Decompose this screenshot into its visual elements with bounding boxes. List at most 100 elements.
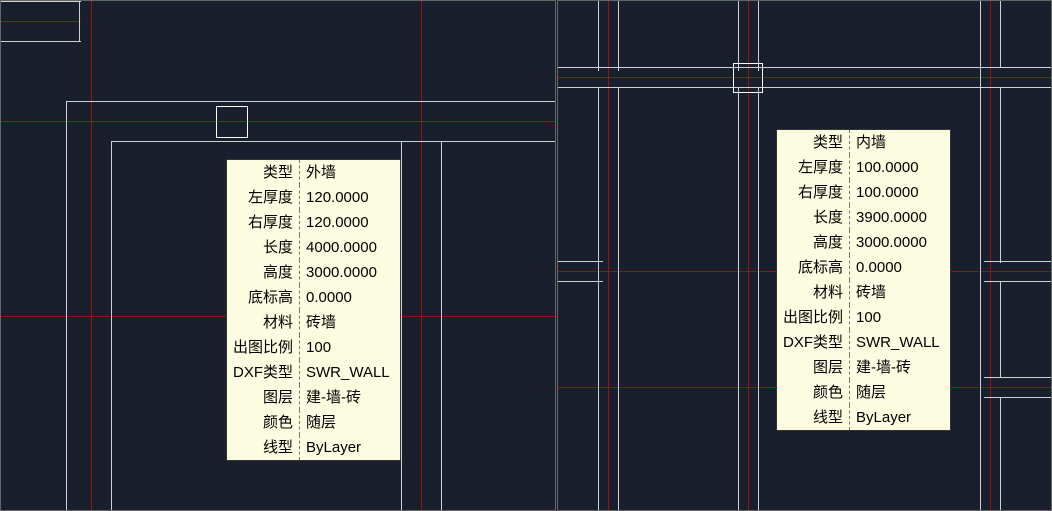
- property-label: 颜色: [777, 380, 850, 405]
- property-label: 左厚度: [777, 155, 850, 180]
- gridline-v: [421, 1, 422, 510]
- wall-line: [558, 87, 1052, 88]
- property-tooltip: 类型内墙左厚度100.0000右厚度100.0000长度3900.0000高度3…: [776, 129, 951, 431]
- gridline-h: [1, 21, 81, 22]
- property-row: 高度3000.0000: [777, 230, 950, 255]
- property-value: 0.0000: [850, 255, 950, 280]
- property-label: DXF类型: [777, 330, 850, 355]
- property-row: 右厚度100.0000: [777, 180, 950, 205]
- property-row: 出图比例100: [777, 305, 950, 330]
- property-value: 砖墙: [300, 310, 400, 335]
- property-value: 120.0000: [300, 185, 400, 210]
- property-label: 左厚度: [227, 185, 300, 210]
- property-row: 材料砖墙: [227, 310, 400, 335]
- wall-line: [441, 141, 442, 511]
- property-label: DXF类型: [227, 360, 300, 385]
- wall-line: [111, 141, 556, 142]
- property-value: SWR_WALL: [850, 330, 950, 355]
- property-row: 底标高0.0000: [227, 285, 400, 310]
- property-row: 颜色随层: [227, 410, 400, 435]
- property-row: DXF类型SWR_WALL: [777, 330, 950, 355]
- gridline-h: [558, 77, 1051, 78]
- wall-line: [66, 101, 556, 102]
- wall-line: [758, 1, 759, 71]
- wall-line: [1000, 1, 1001, 67]
- property-row: 图层建-墙-砖: [777, 355, 950, 380]
- gridline-v: [990, 1, 991, 510]
- wall-line: [66, 101, 67, 511]
- property-value: 100.0000: [850, 180, 950, 205]
- wall-line: [1000, 281, 1001, 377]
- property-value: 100: [300, 335, 400, 360]
- property-value: 3900.0000: [850, 205, 950, 230]
- property-value: ByLayer: [300, 435, 400, 460]
- property-label: 底标高: [777, 255, 850, 280]
- property-value: SWR_WALL: [300, 360, 400, 385]
- property-label: 材料: [777, 280, 850, 305]
- wall-line: [598, 87, 599, 511]
- property-value: 随层: [850, 380, 950, 405]
- property-label: 线型: [227, 435, 300, 460]
- property-value: 外墙: [300, 160, 400, 185]
- property-label: 高度: [777, 230, 850, 255]
- property-value: 0.0000: [300, 285, 400, 310]
- wall-line: [980, 1, 981, 511]
- property-value: 建-墙-砖: [300, 385, 400, 410]
- wall-line: [1000, 87, 1001, 263]
- wall-line: [79, 1, 80, 41]
- property-row: 图层建-墙-砖: [227, 385, 400, 410]
- property-row: 出图比例100: [227, 335, 400, 360]
- wall-line: [618, 1, 619, 71]
- property-label: 类型: [227, 160, 300, 185]
- property-value: 3000.0000: [300, 260, 400, 285]
- property-label: 线型: [777, 405, 850, 430]
- cad-viewport-right[interactable]: 类型内墙左厚度100.0000右厚度100.0000长度3900.0000高度3…: [557, 0, 1052, 511]
- property-label: 右厚度: [777, 180, 850, 205]
- property-label: 出图比例: [777, 305, 850, 330]
- property-table: 类型外墙左厚度120.0000右厚度120.0000长度4000.0000高度3…: [227, 160, 400, 460]
- gridline-h: [1, 121, 555, 122]
- selection-pickbox[interactable]: [216, 106, 248, 138]
- property-label: 右厚度: [227, 210, 300, 235]
- wall-line: [558, 261, 603, 262]
- wall-line: [558, 281, 603, 282]
- property-label: 底标高: [227, 285, 300, 310]
- property-row: 右厚度120.0000: [227, 210, 400, 235]
- gridline-v: [91, 1, 92, 510]
- property-row: 类型外墙: [227, 160, 400, 185]
- property-value: ByLayer: [850, 405, 950, 430]
- property-row: 颜色随层: [777, 380, 950, 405]
- property-table: 类型内墙左厚度100.0000右厚度100.0000长度3900.0000高度3…: [777, 130, 950, 430]
- cad-viewport-left[interactable]: 类型外墙左厚度120.0000右厚度120.0000长度4000.0000高度3…: [0, 0, 556, 511]
- wall-line: [401, 141, 402, 511]
- property-row: 长度4000.0000: [227, 235, 400, 260]
- property-label: 高度: [227, 260, 300, 285]
- property-value: 4000.0000: [300, 235, 400, 260]
- wall-line: [598, 1, 599, 71]
- property-label: 图层: [777, 355, 850, 380]
- property-label: 出图比例: [227, 335, 300, 360]
- wall-line: [1, 41, 81, 42]
- selection-pickbox[interactable]: [733, 63, 763, 93]
- property-row: 长度3900.0000: [777, 205, 950, 230]
- property-row: 类型内墙: [777, 130, 950, 155]
- wall-line: [738, 87, 739, 511]
- property-value: 120.0000: [300, 210, 400, 235]
- wall-line: [111, 141, 112, 511]
- property-label: 材料: [227, 310, 300, 335]
- property-value: 3000.0000: [850, 230, 950, 255]
- property-value: 建-墙-砖: [850, 355, 950, 380]
- wall-line: [558, 67, 1052, 68]
- property-value: 100: [850, 305, 950, 330]
- wall-line: [1000, 397, 1001, 511]
- property-row: 左厚度120.0000: [227, 185, 400, 210]
- property-label: 图层: [227, 385, 300, 410]
- property-label: 颜色: [227, 410, 300, 435]
- property-value: 内墙: [850, 130, 950, 155]
- property-tooltip: 类型外墙左厚度120.0000右厚度120.0000长度4000.0000高度3…: [226, 159, 401, 461]
- property-label: 长度: [777, 205, 850, 230]
- property-value: 随层: [300, 410, 400, 435]
- wall-line: [984, 397, 1052, 398]
- wall-line: [1, 1, 81, 2]
- property-row: 底标高0.0000: [777, 255, 950, 280]
